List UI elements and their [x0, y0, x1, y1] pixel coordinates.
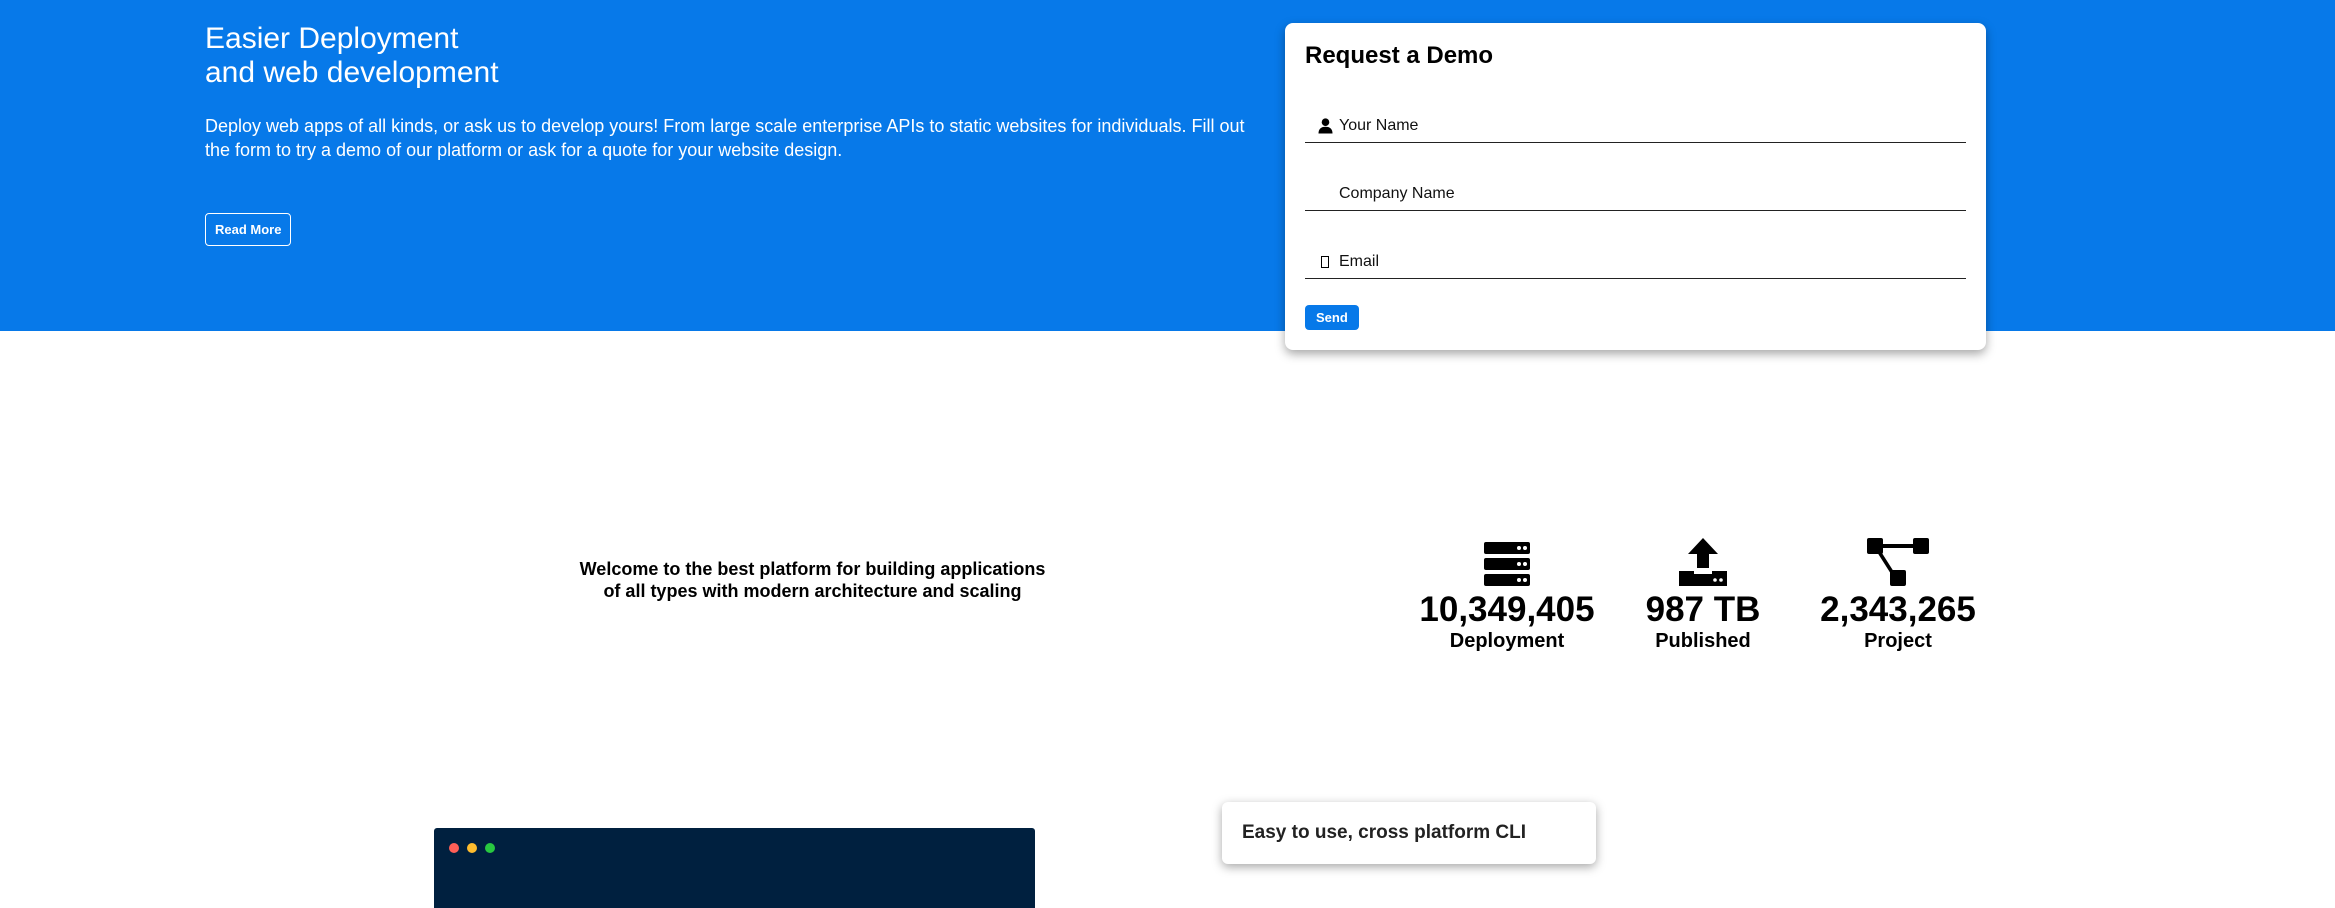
stat-deployment-label: Deployment [1449, 630, 1565, 652]
cli-feature-title: Easy to use, cross platform CLI [1242, 822, 1527, 843]
server-icon [1407, 538, 1607, 586]
welcome-text: Welcome to the best platform for buildin… [540, 558, 1085, 602]
stat-project-label: Project [1864, 630, 1932, 652]
hero-description: Deploy web apps of all kinds, or ask us … [205, 116, 1245, 160]
stat-published-label: Published [1655, 630, 1751, 652]
cli-feature-card: Easy to use, cross platform CLI [1222, 802, 1596, 864]
project-diagram-icon [1798, 538, 1998, 586]
welcome-line2: of all types with modern architecture an… [603, 581, 1022, 601]
stat-deployment: 10,349,405 Deployment [1407, 538, 1607, 652]
read-more-button[interactable]: Read More [205, 213, 292, 246]
stat-project: 2,343,265 Project [1798, 538, 1998, 652]
request-demo-card: Request a Demo Send [1285, 23, 1986, 350]
email-field [1305, 245, 1966, 279]
mail-icon [1315, 255, 1335, 268]
stat-project-value: 2,343,265 [1820, 590, 1976, 629]
email-input[interactable] [1335, 246, 1966, 277]
upload-icon [1603, 538, 1803, 586]
welcome-line1: Welcome to the best platform for buildin… [579, 559, 1046, 579]
stat-published: 987 TB Published [1603, 538, 1803, 652]
company-name-field [1305, 177, 1966, 211]
your-name-field [1305, 109, 1966, 143]
window-maximize-dot [485, 843, 495, 853]
hero-title-line1: Easier Deployment [205, 22, 459, 55]
window-close-dot [449, 843, 459, 853]
stat-published-value: 987 TB [1645, 590, 1761, 629]
user-icon [1315, 117, 1335, 134]
send-button[interactable]: Send [1305, 305, 1359, 330]
your-name-input[interactable] [1335, 110, 1966, 141]
hero-title: Easier Deployment and web development [205, 22, 499, 90]
company-name-input[interactable] [1335, 178, 1966, 209]
stat-deployment-value: 10,349,405 [1419, 590, 1595, 629]
request-demo-title: Request a Demo [1305, 42, 1494, 69]
hero-title-line2: and web development [205, 56, 499, 89]
terminal-window [434, 828, 1035, 908]
window-minimize-dot [467, 843, 477, 853]
